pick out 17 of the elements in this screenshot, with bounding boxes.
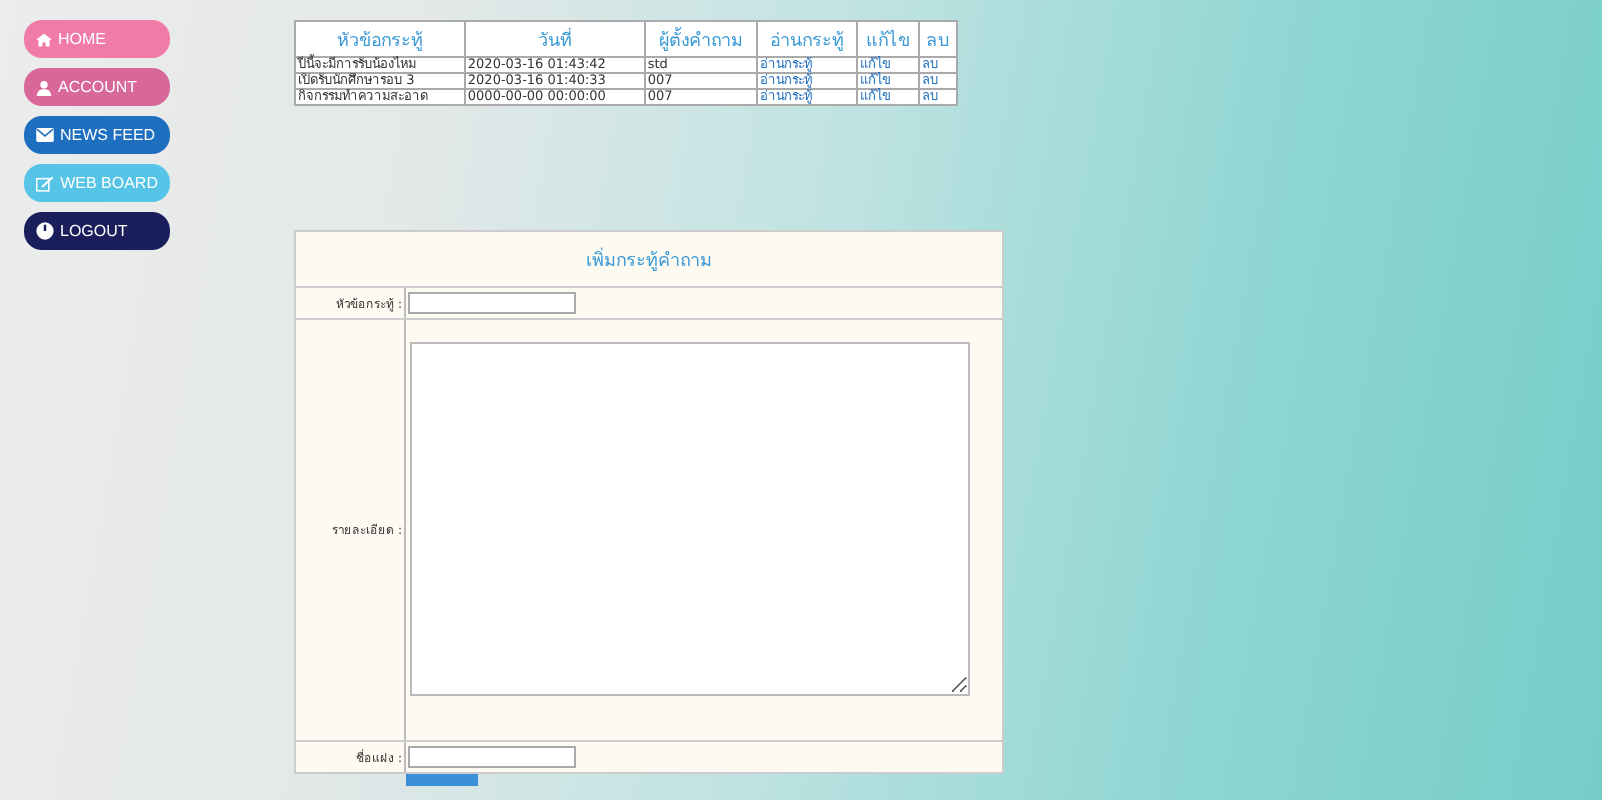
- input-field[interactable]: [408, 292, 576, 314]
- column-header: แก้ไข: [857, 21, 920, 57]
- input-field[interactable]: [408, 746, 576, 768]
- column-header: วันที่: [464, 21, 645, 57]
- user-icon: [36, 79, 52, 95]
- nav-link[interactable]: LOGOUT: [24, 212, 170, 250]
- column-header: ลบ: [919, 21, 957, 57]
- column-header: หัวข้อกระทู้: [295, 21, 465, 57]
- form-title: เพิ่มกระทู้คำถาม: [296, 232, 1002, 288]
- nav-link[interactable]: ACCOUNT: [24, 68, 170, 106]
- power-icon: [36, 222, 54, 240]
- column-header: ผู้ตั้งคำถาม: [644, 21, 758, 57]
- edit-icon: [36, 175, 55, 191]
- home-icon: [36, 31, 52, 47]
- column-header: อ่านกระทู้: [757, 21, 858, 57]
- nav-link[interactable]: NEWS FEED: [24, 116, 170, 154]
- envelope-icon: [36, 128, 54, 142]
